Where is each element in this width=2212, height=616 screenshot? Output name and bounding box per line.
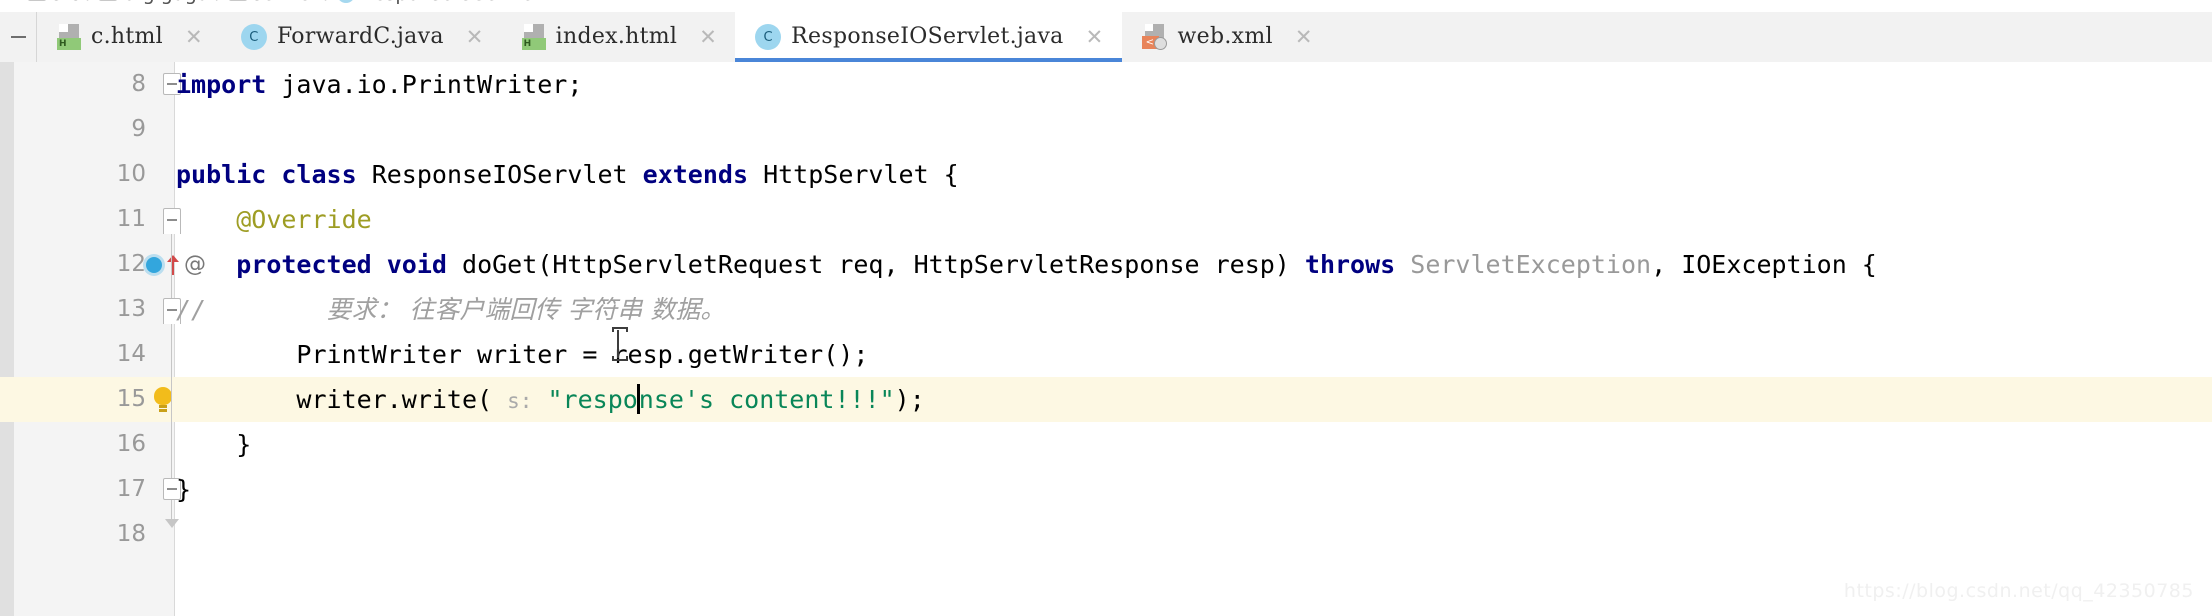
statement-writer-write: writer.write(: [296, 385, 508, 414]
breadcrumb-item-servlet[interactable]: servlet: [228, 0, 318, 5]
code-line-8: import java.io.PrintWriter;: [176, 62, 2212, 107]
tab-label: index.html: [555, 24, 678, 49]
class-badge-label: C: [763, 29, 773, 45]
line-number: 14: [116, 341, 146, 367]
method-signature: doGet(HttpServletRequest req, HttpServle…: [462, 250, 1305, 279]
import-path: java.io.PrintWriter;: [266, 70, 583, 99]
breadcrumb-label: servlet: [253, 0, 318, 5]
line-number: 17: [116, 476, 146, 502]
keyword-protected: protected: [236, 250, 372, 279]
breadcrumb-item-package[interactable]: org.gugu: [99, 0, 209, 5]
line-number: 12: [116, 251, 146, 277]
close-icon[interactable]: ✕: [699, 26, 717, 48]
xml-file-icon: <: [1141, 24, 1168, 50]
keyword-throws: throws: [1304, 250, 1396, 279]
comment-slashes: //: [176, 295, 207, 324]
closing-brace-method: }: [236, 430, 252, 459]
string-literal-part2: nse's content!!!": [638, 385, 895, 414]
code-line-11: @Override: [176, 197, 2212, 242]
statement-printwriter: PrintWriter writer = resp.getWriter();: [296, 340, 869, 369]
tab-label: c.html: [91, 24, 164, 49]
folder-icon: [99, 0, 118, 1]
line-number: 10: [116, 161, 146, 187]
class-icon: [337, 0, 356, 3]
statement-tail: );: [894, 385, 925, 414]
tab-c-html[interactable]: H c.html ✕: [37, 12, 221, 62]
mouse-pointer-icon: [612, 327, 628, 361]
code-line-13: // 要求： 往客户端回传 字符串 数据。: [176, 287, 2212, 332]
html-file-icon: H: [57, 24, 81, 50]
line-number: 9: [131, 116, 146, 142]
breadcrumb-label: org.gugu: [123, 0, 208, 5]
parameter-hint-s: s:: [507, 389, 533, 413]
java-class-icon: C: [240, 24, 267, 50]
tab-label: ResponseIOServlet.java: [791, 24, 1064, 49]
breadcrumb-separator: /: [216, 0, 222, 4]
line-number-column: 8 9 10 11 12 @ 13 14 15 16 17 18: [0, 62, 206, 616]
keyword-class: class: [281, 160, 357, 189]
tab-forwardc-java[interactable]: C ForwardC.java ✕: [221, 12, 502, 62]
collapse-dash-icon: [10, 36, 26, 38]
string-literal-part1: "respo: [532, 385, 638, 414]
code-folding-column[interactable]: [160, 62, 181, 616]
close-icon[interactable]: ✕: [466, 26, 484, 48]
breadcrumb-separator: /: [325, 0, 331, 4]
breadcrumb-label: src: [52, 0, 80, 5]
ide-editor-window: src / org.gugu / servlet / ResponseIOSer…: [0, 0, 2212, 616]
html-badge-label: H: [523, 38, 532, 49]
editor-tab-bar: H c.html ✕ C ForwardC.java ✕ H index.htm…: [0, 12, 2212, 63]
breadcrumb-label: ResponseIOServlet: [361, 0, 540, 5]
tab-responseioservlet-java[interactable]: C ResponseIOServlet.java ✕: [735, 12, 1122, 62]
line-number: 16: [116, 431, 146, 457]
java-class-icon: C: [755, 24, 782, 50]
watermark-text: https://blog.csdn.net/qq_42350785: [1843, 580, 2194, 602]
breadcrumb-item-class[interactable]: ResponseIOServlet: [337, 0, 540, 5]
close-icon[interactable]: ✕: [1086, 26, 1104, 48]
line-number: 11: [116, 206, 146, 232]
annotation-override: @Override: [236, 205, 372, 234]
breadcrumb-item-src[interactable]: src: [28, 0, 80, 5]
code-line-15: writer.write( s: "response's content!!!"…: [176, 377, 2212, 422]
code-line-12: protected void doGet(HttpServletRequest …: [176, 242, 2212, 287]
line-number: 13: [116, 296, 146, 322]
tab-label: ForwardC.java: [276, 24, 444, 49]
comment-text: 要求： 往客户端回传 字符串 数据。: [326, 295, 726, 324]
line-number: 8: [131, 71, 146, 97]
code-line-16: }: [176, 422, 2212, 467]
tab-web-xml[interactable]: < web.xml ✕: [1122, 12, 1331, 62]
tab-index-html[interactable]: H index.html ✕: [502, 12, 736, 62]
html-badge-label: H: [59, 38, 67, 49]
code-line-10: public class ResponseIOServlet extends H…: [176, 152, 2212, 197]
breadcrumb: src / org.gugu / servlet / ResponseIOSer…: [0, 0, 2212, 12]
tab-collapse-control[interactable]: [0, 12, 37, 62]
keyword-public: public: [176, 160, 267, 189]
code-line-17: }: [176, 467, 2212, 512]
breadcrumb-separator: /: [87, 0, 93, 4]
close-icon[interactable]: ✕: [1295, 26, 1313, 48]
closing-brace-class: }: [176, 475, 192, 504]
folder-icon: [228, 0, 247, 1]
tab-label: web.xml: [1177, 24, 1273, 49]
globe-icon: [1153, 37, 1167, 50]
code-editor[interactable]: 8 9 10 11 12 @ 13 14 15 16 17 18 import …: [0, 62, 2212, 616]
line-number: 18: [116, 521, 146, 547]
class-badge-label: C: [249, 29, 259, 45]
html-file-icon: H: [521, 24, 546, 50]
keyword-extends: extends: [642, 160, 748, 189]
exception-ioexception: , IOException {: [1651, 250, 1877, 279]
superclass-name: HttpServlet {: [763, 160, 959, 189]
line-number: 15: [116, 386, 146, 412]
close-icon[interactable]: ✕: [185, 26, 203, 48]
fold-line-method: [171, 324, 172, 472]
code-text-area[interactable]: import java.io.PrintWriter; public class…: [176, 62, 2212, 616]
folder-icon: [28, 0, 46, 1]
keyword-import: import: [176, 70, 267, 99]
keyword-void: void: [386, 250, 447, 279]
code-line-14: PrintWriter writer = resp.getWriter();: [176, 332, 2212, 377]
class-name: ResponseIOServlet: [371, 160, 628, 189]
exception-servletexception: ServletException: [1395, 250, 1652, 279]
